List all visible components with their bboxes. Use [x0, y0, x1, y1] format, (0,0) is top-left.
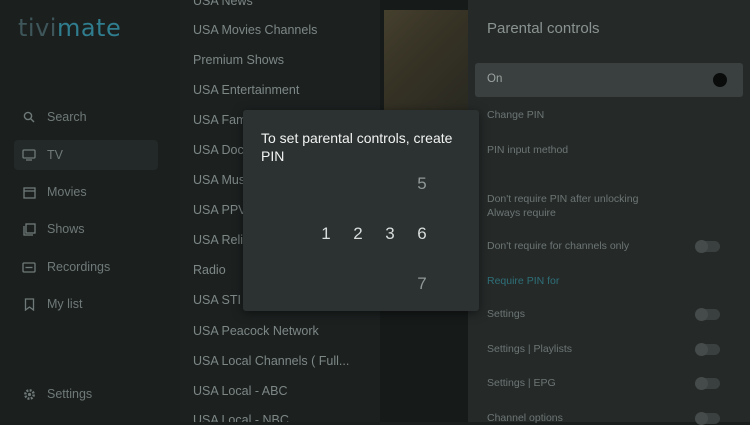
pin-digit-1[interactable]: 1: [318, 224, 334, 244]
pin-digit-3[interactable]: 3: [382, 224, 398, 244]
pin-digit-6[interactable]: 6: [414, 224, 430, 244]
tivimate-app: tivimate Search TV Movies Shows Recordin…: [0, 0, 750, 425]
pin-digit-7[interactable]: 7: [414, 274, 430, 294]
create-pin-dialog: To set parental controls, create PIN 5 1…: [243, 110, 479, 311]
dialog-title: To set parental controls, create PIN: [261, 130, 453, 164]
pin-digit-2[interactable]: 2: [350, 224, 366, 244]
pin-digit-5[interactable]: 5: [414, 174, 430, 194]
